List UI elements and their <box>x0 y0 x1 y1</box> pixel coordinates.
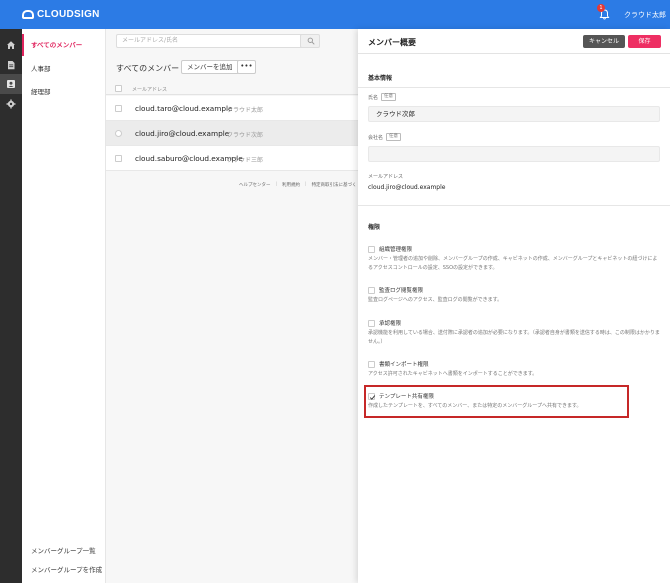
row-name: クラウド次郎 <box>227 132 264 139</box>
permission-checkbox[interactable] <box>368 319 375 327</box>
permission-name: 承認権限 <box>379 321 402 327</box>
search-input[interactable]: メールアドレス/氏名 <box>116 34 304 48</box>
panel-header: メンバー概要 キャンセル 保存 <box>358 29 670 54</box>
name-field[interactable]: クラウド次郎 <box>368 106 660 122</box>
row-email: cloud.taro@cloud.example <box>135 104 233 113</box>
top-bar: CLOUDSIGN 1 クラウド太郎 <box>0 0 670 29</box>
documents-nav[interactable] <box>0 55 22 75</box>
company-label: 会社名 任意 <box>368 133 402 141</box>
permission-checkbox[interactable] <box>368 286 375 294</box>
table-row[interactable]: cloud.taro@cloud.example クラウド太郎 <box>106 96 358 121</box>
sidebar-item-all-members[interactable]: すべてのメンバー <box>22 34 106 56</box>
icon-rail <box>0 29 22 583</box>
divider <box>358 205 670 206</box>
email-label: メールアドレス <box>368 174 404 180</box>
table-row[interactable]: cloud.saburo@cloud.example クラウド三郎 <box>106 146 358 171</box>
footer-links: ヘルプセンター | 利用規約 | 特定商取引法に基づく <box>239 182 357 188</box>
sidebar-item-accounting[interactable]: 経理部 <box>22 81 106 103</box>
sidebar-item-create-group[interactable]: メンバーグループを作成 <box>22 559 106 581</box>
permission-approval: 承認権限 承認機能を利用している場合、送付際に承認者の追加が必要になります。（承… <box>368 318 660 347</box>
footer-link-terms[interactable]: 利用規約 <box>282 182 300 188</box>
name-label: 氏名 任意 <box>368 93 397 101</box>
more-actions-button[interactable]: ••• <box>237 60 256 74</box>
member-sidebar: すべてのメンバー 人事部 経理部 メンバーグループ一覧 メンバーグループを作成 <box>22 29 106 583</box>
permission-name: 書類インポート権限 <box>379 362 429 368</box>
logo-text: CLOUDSIGN <box>37 9 100 20</box>
row-checkbox[interactable] <box>115 105 122 112</box>
search-icon <box>307 37 315 45</box>
sidebar-item-hr[interactable]: 人事部 <box>22 58 106 80</box>
basic-info-heading: 基本情報 <box>368 75 393 82</box>
panel-title: メンバー概要 <box>368 38 416 47</box>
permission-desc: 監査ログページへのアクセス、監査ログの閲覧ができます。 <box>368 297 503 303</box>
footer-separator: | <box>305 182 307 187</box>
permission-desc: 承認機能を利用している場合、送付際に承認者の追加が必要になります。（承認者自身が… <box>368 330 660 345</box>
permission-name: 監査ログ閲覧権限 <box>379 288 424 294</box>
permission-desc: アクセス許可されたキャビネットへ書類をインポートすることができます。 <box>368 371 538 377</box>
list-title: すべてのメンバー <box>116 64 180 73</box>
permission-name: 組織管理権限 <box>379 247 413 253</box>
company-field[interactable] <box>368 146 660 162</box>
footer-separator: | <box>275 182 278 187</box>
user-menu[interactable]: クラウド太郎 <box>624 10 666 20</box>
row-checkbox[interactable] <box>115 130 122 137</box>
company-label-text: 会社名 <box>368 134 384 141</box>
name-label-text: 氏名 <box>368 94 379 101</box>
table-row[interactable]: cloud.jiro@cloud.example クラウド次郎 <box>106 121 358 146</box>
home-nav[interactable] <box>0 35 22 55</box>
add-member-button[interactable]: メンバーを追加 <box>181 60 239 74</box>
member-list-area: メールアドレス/氏名 すべてのメンバー メンバーを追加 ••• メールアドレス … <box>106 29 358 583</box>
contacts-icon <box>7 80 15 88</box>
row-email: cloud.jiro@cloud.example <box>135 129 230 138</box>
permission-desc: メンバー・管理者の追加や削除、メンバーグループの作成、キャビネットの作成、メンバ… <box>368 256 658 271</box>
optional-tag: 任意 <box>386 133 402 141</box>
gear-icon <box>6 99 16 109</box>
column-header: メールアドレス <box>106 82 358 95</box>
save-button[interactable]: 保存 <box>628 35 661 48</box>
home-icon <box>7 41 15 49</box>
permission-checkbox[interactable] <box>368 360 375 368</box>
cloud-icon <box>22 10 34 19</box>
email-value: cloud.jiro@cloud.example <box>368 184 446 191</box>
permissions-heading: 権限 <box>368 224 381 231</box>
highlight-annotation <box>364 385 629 418</box>
search-button[interactable] <box>300 34 320 48</box>
divider <box>358 87 670 88</box>
cancel-button[interactable]: キャンセル <box>583 35 625 48</box>
permission-audit-log: 監査ログ閲覧権限 監査ログページへのアクセス、監査ログの閲覧ができます。 <box>368 285 660 305</box>
member-detail-panel: メンバー概要 キャンセル 保存 基本情報 氏名 任意 クラウド次郎 会社名 任意… <box>358 29 670 583</box>
optional-tag: 任意 <box>381 93 397 101</box>
row-name: クラウド太郎 <box>227 107 264 114</box>
footer-link-help[interactable]: ヘルプセンター <box>239 182 271 188</box>
members-nav[interactable] <box>0 74 22 94</box>
select-all-checkbox[interactable] <box>115 85 122 92</box>
row-name: クラウド三郎 <box>227 157 264 164</box>
cloudsign-logo[interactable]: CLOUDSIGN <box>22 9 100 20</box>
notification-badge: 1 <box>597 4 605 12</box>
row-checkbox[interactable] <box>115 155 122 162</box>
document-icon <box>8 61 15 70</box>
permission-checkbox[interactable] <box>368 245 375 253</box>
permission-import: 書類インポート権限 アクセス許可されたキャビネットへ書類をインポートすることがで… <box>368 359 660 379</box>
permission-org-admin: 組織管理権限 メンバー・管理者の追加や削除、メンバーグループの作成、キャビネット… <box>368 244 660 273</box>
column-header-email: メールアドレス <box>132 87 168 93</box>
settings-nav[interactable] <box>0 94 22 114</box>
footer-link-legal[interactable]: 特定商取引法に基づく <box>312 182 357 188</box>
